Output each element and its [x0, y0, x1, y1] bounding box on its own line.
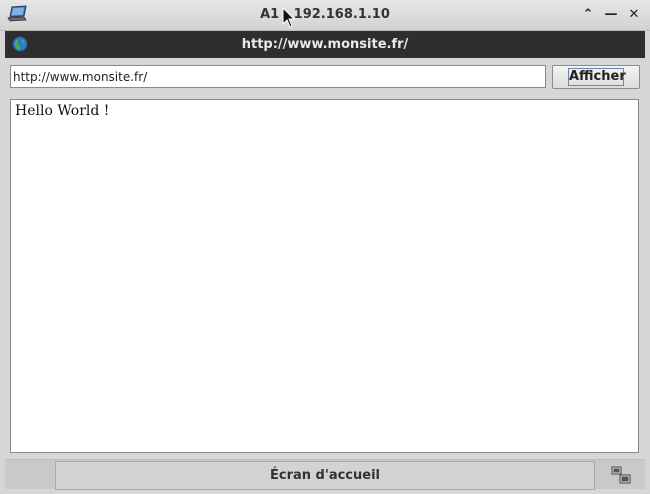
browser-header: http://www.monsite.fr/ — [5, 31, 645, 58]
window-titlebar: A1 - 192.168.1.10 ⌃ — ✕ — [0, 0, 650, 31]
browser-header-title: http://www.monsite.fr/ — [241, 37, 409, 52]
address-input[interactable] — [10, 65, 546, 88]
show-button[interactable]: Afficher — [552, 65, 640, 89]
mouse-cursor-icon — [282, 7, 296, 28]
show-button-label: Afficher — [568, 68, 626, 86]
chevron-up-icon[interactable]: ⌃ — [580, 7, 596, 23]
close-icon[interactable]: ✕ — [626, 7, 642, 23]
bottom-bar: Écran d'accueil — [5, 459, 645, 490]
screens-icon[interactable] — [611, 466, 631, 484]
page-content-text: Hello World ! — [15, 103, 110, 119]
minimize-icon[interactable]: — — [603, 7, 619, 23]
home-screen-button[interactable]: Écran d'accueil — [55, 461, 595, 490]
page-viewport[interactable]: Hello World ! — [10, 99, 639, 453]
window-title: A1 - 192.168.1.10 — [260, 7, 390, 22]
